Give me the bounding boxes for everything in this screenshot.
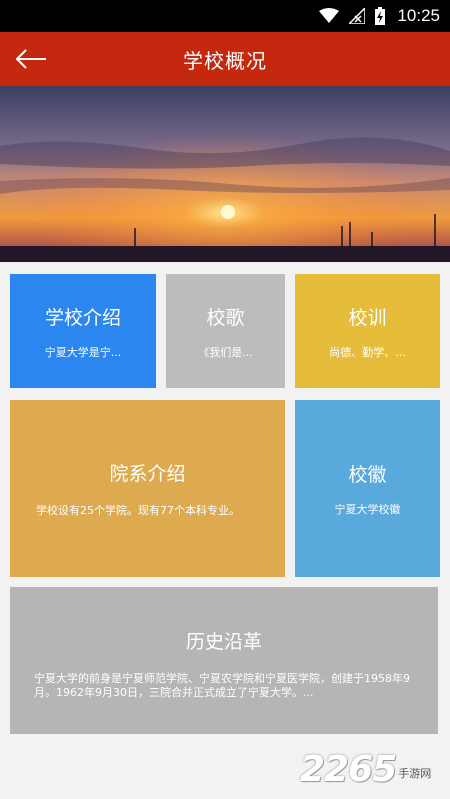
status-bar: 10:25 xyxy=(0,0,450,32)
tile-school-motto[interactable]: 校训 尚德、勤学、... xyxy=(295,274,440,388)
tile-subtitle: 尚德、勤学、... xyxy=(329,345,406,359)
tile-subtitle: 学校设有25个学院。现有77个本科专业。 xyxy=(36,504,240,517)
tile-school-song[interactable]: 校歌 《我们是... xyxy=(166,274,285,388)
watermark-text: 手游网 xyxy=(398,767,432,780)
watermark-number: 2265 xyxy=(300,748,397,790)
tile-subtitle: 宁夏大学的前身是宁夏师范学院、宁夏农学院和宁夏医学院，创建于1958年9月。19… xyxy=(34,672,410,699)
app-bar: 学校概况 xyxy=(0,32,450,86)
tile-title: 历史沿革 xyxy=(185,631,262,653)
tile-subtitle: 宁夏大学是宁... xyxy=(44,345,122,359)
tile-school-intro[interactable]: 学校介绍 宁夏大学是宁... xyxy=(10,274,156,388)
wifi-icon xyxy=(319,8,340,23)
tile-title: 校歌 xyxy=(206,306,245,329)
status-time: 10:25 xyxy=(397,6,440,25)
watermark-logo: 2265 手游网 xyxy=(300,742,450,796)
tile-history[interactable]: 历史沿革 宁夏大学的前身是宁夏师范学院、宁夏农学院和宁夏医学院，创建于1958年… xyxy=(10,587,438,734)
tile-title: 学校介绍 xyxy=(44,306,121,329)
page-title: 学校概况 xyxy=(183,48,267,73)
tile-title: 校训 xyxy=(348,306,387,329)
tile-subtitle: 宁夏大学校徽 xyxy=(334,503,401,516)
signal-off-icon xyxy=(349,8,366,24)
tile-subtitle: 《我们是... xyxy=(198,345,253,359)
sunset-banner-image xyxy=(0,86,450,262)
battery-charging-icon xyxy=(375,7,386,25)
tile-title: 校徽 xyxy=(348,464,387,486)
back-arrow-icon xyxy=(15,49,46,69)
tile-school-badge[interactable]: 校徽 宁夏大学校徽 xyxy=(295,400,440,577)
back-button[interactable] xyxy=(14,44,48,74)
tile-departments[interactable]: 院系介绍 学校设有25个学院。现有77个本科专业。 xyxy=(10,400,285,577)
tile-title: 院系介绍 xyxy=(109,463,186,485)
